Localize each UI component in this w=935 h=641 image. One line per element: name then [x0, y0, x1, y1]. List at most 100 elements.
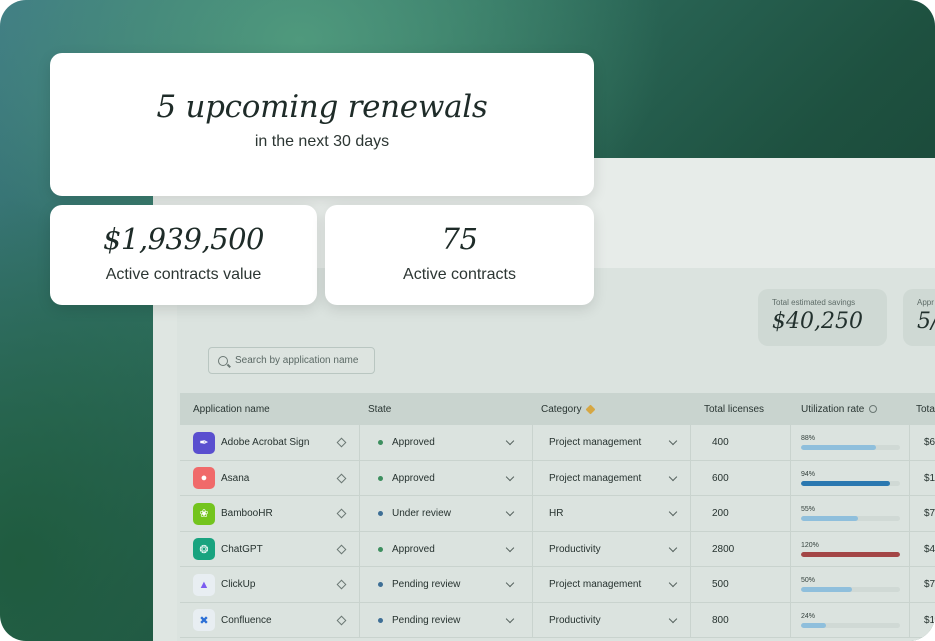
table-row[interactable]: ● Asana Approved Project management 600 …: [180, 460, 935, 496]
chevron-down-icon: [668, 543, 678, 552]
utilization-rate-cell: 55%: [801, 496, 900, 531]
total-licenses-value: 400: [712, 437, 729, 448]
state-select[interactable]: Approved: [378, 425, 435, 460]
utilization-bar-fill: [801, 587, 853, 592]
total-value: $1: [924, 472, 935, 484]
stat-total-estimated-savings: Total estimated savings $40,250: [758, 289, 887, 346]
search-placeholder: Search by application name: [235, 355, 359, 366]
card-value: 75: [441, 222, 478, 256]
diamond-icon: [336, 508, 347, 519]
category-dropdown-button[interactable]: [668, 425, 678, 460]
utilization-rate-cell: 120%: [801, 532, 900, 567]
state-select[interactable]: Approved: [378, 532, 435, 567]
table-header: Application name State Category Total li…: [180, 393, 935, 425]
state-dropdown-button[interactable]: [505, 425, 515, 460]
total-value: $7: [924, 508, 935, 519]
table-row[interactable]: ✒ Adobe Acrobat Sign Approved Project ma…: [180, 425, 935, 461]
app-name-cell[interactable]: ▲ ClickUp: [193, 567, 255, 602]
utilization-bar: [801, 516, 900, 521]
table-row[interactable]: ❂ ChatGPT Approved Productivity 2800 120…: [180, 531, 935, 567]
search-input[interactable]: Search by application name: [208, 347, 375, 374]
state-select[interactable]: Pending review: [378, 603, 460, 638]
app-name-cell[interactable]: ✖ Confluence: [193, 603, 272, 638]
category-select[interactable]: Project management: [549, 425, 641, 460]
state-select[interactable]: Approved: [378, 461, 435, 496]
state-dropdown-button[interactable]: [505, 496, 515, 531]
column-header-utilization-rate[interactable]: Utilization rate: [801, 404, 878, 415]
column-header-application-name[interactable]: Application name: [193, 404, 270, 415]
state-dropdown-button[interactable]: [505, 461, 515, 496]
chevron-down-icon: [505, 614, 515, 623]
table-row[interactable]: ✖ Confluence Pending review Productivity…: [180, 602, 935, 638]
state-value: Pending review: [392, 614, 461, 626]
total-value: $6: [924, 437, 935, 448]
state-select[interactable]: Pending review: [378, 567, 460, 602]
total-licenses-value: 2800: [712, 543, 735, 555]
diamond-icon: [336, 615, 347, 625]
category-dropdown-button[interactable]: [668, 496, 678, 531]
app-options-button[interactable]: [336, 603, 347, 638]
renewals-subtitle: in the next 30 days: [254, 133, 390, 150]
diamond-icon: [336, 579, 347, 590]
total-value: $4: [924, 543, 935, 555]
background-frame: Total estimated savings $40,250 Appr 5/ …: [0, 0, 935, 641]
app-name: Asana: [221, 472, 250, 484]
category-select[interactable]: Project management: [549, 567, 641, 602]
acrobat-sign-logo-icon: ✒: [193, 431, 215, 454]
state-select[interactable]: Under review: [378, 496, 451, 531]
category-select[interactable]: Productivity: [549, 532, 601, 567]
column-header-category[interactable]: Category: [541, 404, 596, 415]
app-name-cell[interactable]: ● Asana: [193, 461, 249, 496]
chevron-down-icon: [668, 507, 678, 517]
category-select[interactable]: Productivity: [549, 603, 601, 638]
app-name-cell[interactable]: ❀ BambooHR: [193, 496, 273, 531]
chevron-down-icon: [505, 507, 515, 517]
category-select[interactable]: Project management: [549, 461, 641, 496]
chevron-down-icon: [505, 543, 515, 552]
app-options-button[interactable]: [336, 425, 347, 460]
total-value: $1: [924, 614, 935, 626]
category-dropdown-button[interactable]: [668, 603, 678, 638]
table-row[interactable]: ❀ BambooHR Under review HR 200 55% $7: [180, 496, 935, 532]
category-value: Project management: [549, 472, 642, 484]
chevron-down-icon: [505, 472, 515, 481]
app-options-button[interactable]: [336, 496, 347, 531]
category-value: Project management: [549, 579, 642, 590]
chevron-down-icon: [668, 614, 678, 623]
utilization-bar: [801, 551, 900, 557]
app-name-cell[interactable]: ❂ ChatGPT: [193, 532, 263, 567]
app-options-button[interactable]: [336, 567, 347, 602]
stat-value: 5/: [917, 309, 935, 334]
category-dropdown-button[interactable]: [668, 532, 678, 567]
column-header-total[interactable]: Tota: [916, 404, 935, 415]
app-name-cell[interactable]: ✒ Adobe Acrobat Sign: [193, 425, 309, 460]
app-options-button[interactable]: [336, 532, 347, 567]
active-contracts-card: 75 Active contracts: [325, 205, 594, 305]
utilization-percent: 94%: [801, 470, 816, 478]
utilization-percent: 88%: [801, 435, 816, 442]
category-dropdown-button[interactable]: [668, 461, 678, 496]
renewals-title: 5 upcoming renewals: [156, 89, 488, 125]
info-icon[interactable]: [869, 405, 878, 413]
state-dot-icon: [378, 475, 383, 481]
active-contracts-value-card: $1,939,500 Active contracts value: [50, 205, 317, 305]
category-select[interactable]: HR: [549, 496, 563, 531]
utilization-rate-cell: 94%: [801, 461, 900, 496]
state-dropdown-button[interactable]: [505, 532, 515, 567]
state-dot-icon: [378, 546, 383, 552]
utilization-bar: [801, 587, 900, 592]
stat-approved: Appr 5/: [903, 289, 935, 346]
total-licenses-value: 500: [712, 579, 729, 590]
sort-icon[interactable]: [585, 404, 596, 414]
app-name: Confluence: [221, 614, 272, 626]
column-header-state[interactable]: State: [368, 404, 391, 415]
state-dropdown-button[interactable]: [505, 603, 515, 638]
state-dropdown-button[interactable]: [505, 567, 515, 602]
table-row[interactable]: ▲ ClickUp Pending review Project managem…: [180, 567, 935, 603]
table-body: ✒ Adobe Acrobat Sign Approved Project ma…: [180, 425, 935, 638]
app-options-button[interactable]: [336, 461, 347, 496]
category-dropdown-button[interactable]: [668, 567, 678, 602]
column-header-total-licenses[interactable]: Total licenses: [704, 404, 764, 415]
utilization-rate-cell: 24%: [801, 603, 900, 638]
chevron-down-icon: [668, 472, 678, 481]
